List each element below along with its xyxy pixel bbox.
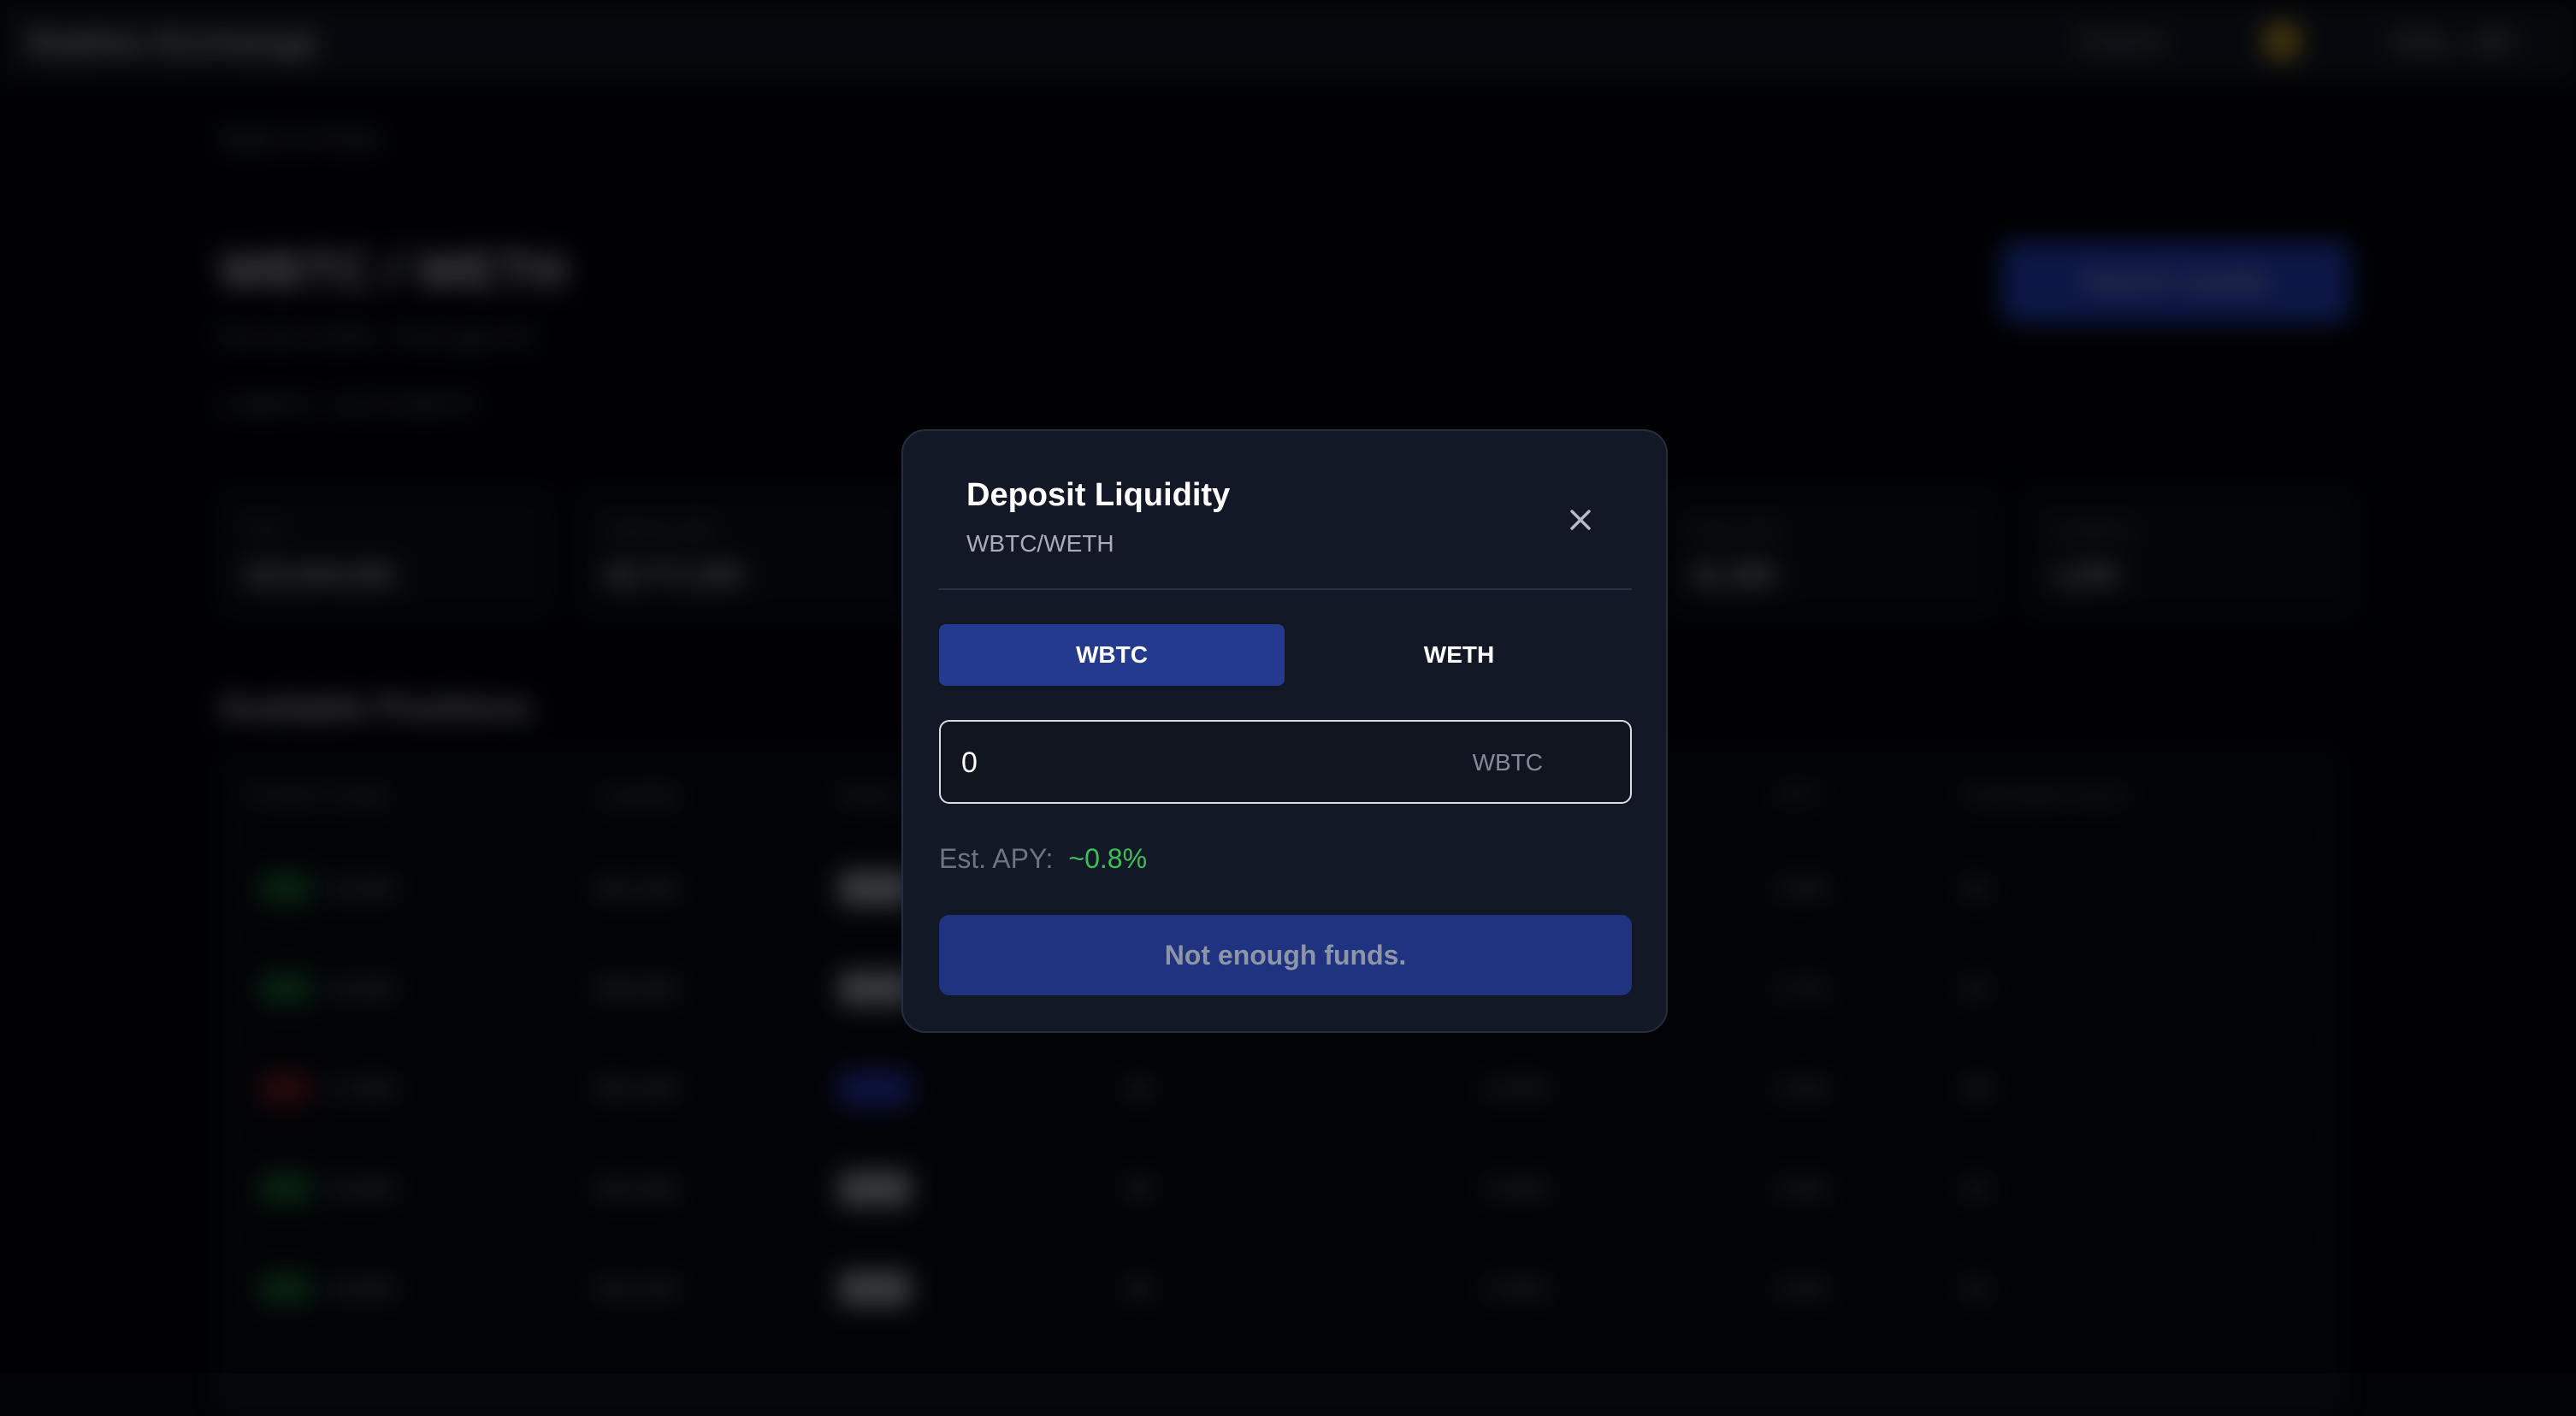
modal-subtitle: WBTC/WETH <box>966 530 1114 557</box>
token-tab-wbtc[interactable]: WBTC <box>939 624 1285 686</box>
token-tab-weth[interactable]: WETH <box>1286 624 1632 686</box>
apy-value: ~0.8% <box>1068 843 1148 874</box>
amount-input[interactable] <box>961 739 1440 787</box>
deposit-liquidity-modal: Deposit Liquidity WBTC/WETH WBTC WETH WB… <box>901 429 1668 1033</box>
apy-row: Est. APY: ~0.8% <box>939 843 1147 875</box>
apy-label: Est. APY: <box>939 843 1054 874</box>
amount-unit: WBTC <box>1472 749 1543 776</box>
submit-deposit-button[interactable]: Not enough funds. <box>939 915 1632 995</box>
amount-field[interactable]: WBTC <box>939 720 1632 804</box>
modal-title: Deposit Liquidity <box>966 477 1231 513</box>
close-button[interactable] <box>1557 496 1604 544</box>
token-selector: WBTC WETH <box>939 624 1632 686</box>
divider <box>939 588 1632 590</box>
close-icon <box>1570 510 1591 530</box>
